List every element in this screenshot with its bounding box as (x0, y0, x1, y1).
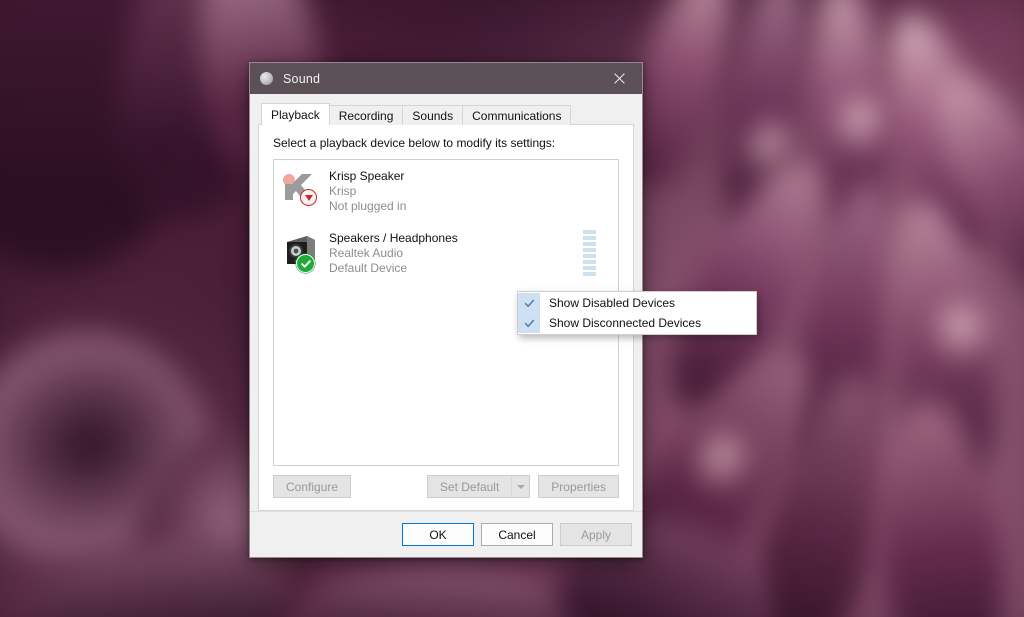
device-driver: Krisp (329, 184, 357, 198)
device-list-item-speakers[interactable]: Speakers / Headphones Realtek Audio Defa… (274, 222, 618, 284)
device-status: Default Device (329, 261, 408, 275)
chevron-down-icon[interactable] (511, 475, 531, 498)
panel-instruction: Select a playback device below to modify… (273, 136, 556, 150)
configure-button[interactable]: Configure (273, 475, 352, 498)
dialog-title: Sound (283, 71, 321, 86)
tab-playback[interactable]: Playback (261, 103, 330, 125)
device-driver: Realtek Audio (329, 246, 404, 260)
speaker-box-icon (281, 232, 319, 274)
device-name: Krisp Speaker (329, 169, 405, 183)
device-status: Not plugged in (329, 199, 407, 213)
set-default-button[interactable]: Set Default (426, 475, 512, 498)
device-action-buttons: Configure Set Default Properties (273, 466, 619, 508)
tab-sounds[interactable]: Sounds (402, 105, 464, 125)
dialog-titlebar[interactable]: Sound (250, 63, 642, 94)
set-default-split-button[interactable]: Set Default (426, 475, 531, 498)
menu-item-label: Show Disconnected Devices (549, 316, 702, 330)
properties-button[interactable]: Properties (538, 475, 619, 498)
menu-item-show-disabled-devices[interactable]: Show Disabled Devices (518, 293, 756, 313)
device-info: Krisp Speaker Krisp Not plugged in (329, 168, 612, 214)
device-info: Speakers / Headphones Realtek Audio Defa… (329, 230, 612, 276)
close-icon[interactable] (597, 63, 642, 94)
context-menu: Show Disabled Devices Show Disconnected … (517, 291, 757, 335)
checkmark-icon (518, 313, 540, 333)
green-check-badge (296, 254, 315, 273)
tab-recording[interactable]: Recording (328, 105, 404, 125)
apply-button[interactable]: Apply (560, 523, 632, 546)
menu-item-show-disconnected-devices[interactable]: Show Disconnected Devices (518, 313, 756, 333)
red-down-arrow-badge (300, 189, 317, 206)
device-name: Speakers / Headphones (329, 231, 458, 245)
device-list-item-krisp[interactable]: Krisp Speaker Krisp Not plugged in (274, 160, 618, 222)
sound-speaker-icon (259, 71, 275, 87)
cancel-button[interactable]: Cancel (481, 523, 553, 546)
menu-item-label: Show Disabled Devices (549, 296, 676, 310)
krisp-logo-icon (281, 170, 319, 212)
volume-level-meter (583, 230, 596, 276)
ok-button[interactable]: OK (402, 523, 474, 546)
tab-communications[interactable]: Communications (462, 105, 572, 125)
dialog-footer: OK Cancel Apply (250, 511, 642, 557)
tabstrip: Playback Recording Sounds Communications (261, 103, 634, 125)
checkmark-icon (518, 293, 540, 313)
